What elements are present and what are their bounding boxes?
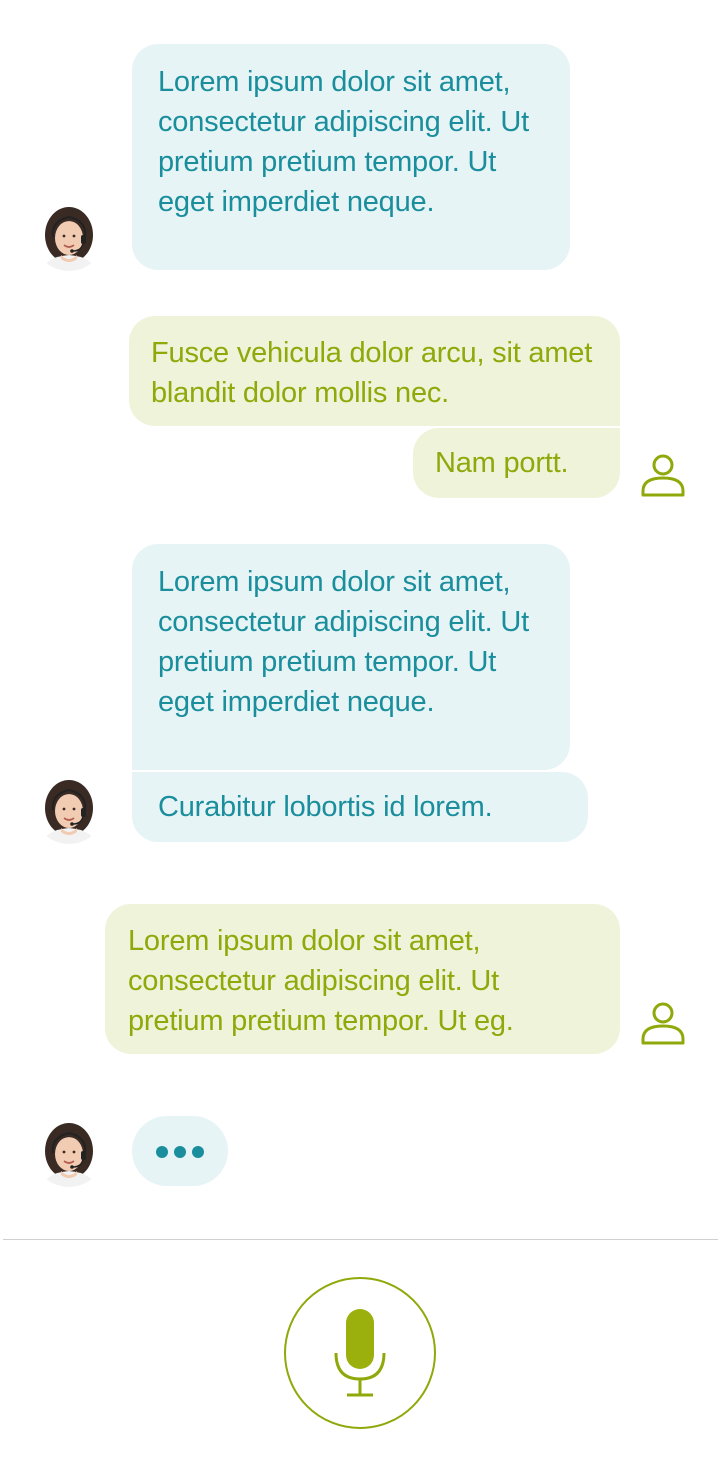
user-icon xyxy=(640,452,686,498)
user-message: Lorem ipsum dolor sit amet, consectetur … xyxy=(105,904,620,1054)
microphone-button[interactable] xyxy=(284,1277,436,1429)
message-text: Curabitur lobortis id lorem. xyxy=(158,791,493,823)
typing-dot-icon xyxy=(192,1146,204,1158)
agent-message: Curabitur lobortis id lorem. xyxy=(132,772,588,842)
user-message: Nam portt. xyxy=(413,428,620,498)
agent-avatar xyxy=(33,1115,105,1187)
user-icon xyxy=(640,1000,686,1046)
typing-indicator xyxy=(132,1116,228,1186)
message-text: Lorem ipsum dolor sit amet, consectetur … xyxy=(128,925,514,1037)
agent-avatar xyxy=(33,772,105,844)
message-text: Nam portt. xyxy=(435,447,569,479)
message-text: Fusce vehicula dolor arcu, sit amet blan… xyxy=(151,337,593,409)
message-text: Lorem ipsum dolor sit amet, consectetur … xyxy=(158,566,529,718)
typing-dot-icon xyxy=(174,1146,186,1158)
typing-dot-icon xyxy=(156,1146,168,1158)
message-text: Lorem ipsum dolor sit amet, consectetur … xyxy=(158,66,529,218)
agent-avatar xyxy=(33,199,105,271)
input-divider xyxy=(3,1239,718,1240)
microphone-icon xyxy=(334,1309,386,1397)
agent-message: Lorem ipsum dolor sit amet, consectetur … xyxy=(132,44,570,270)
agent-message: Lorem ipsum dolor sit amet, consectetur … xyxy=(132,544,570,770)
user-message: Fusce vehicula dolor arcu, sit amet blan… xyxy=(129,316,620,426)
